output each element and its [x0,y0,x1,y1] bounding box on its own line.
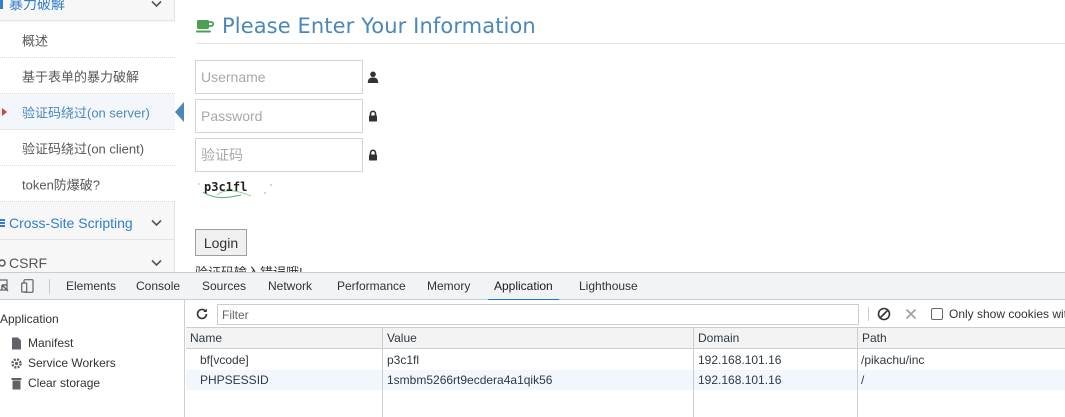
column-header-path[interactable]: Path [858,328,1065,348]
column-header-name[interactable]: Name [186,328,382,348]
document-icon [12,337,21,349]
cookie-value: 1smbm5266rt9ecdera4a1qik56 [387,373,553,387]
trash-icon [11,377,22,389]
user-icon [367,71,379,83]
nav-group-brute-force[interactable]: 暴力破解 [0,0,175,21]
chevron-down-icon [151,259,162,267]
lock-icon [369,110,377,122]
clear-all-icon[interactable] [877,307,891,321]
captcha-code: p3c1fl [204,180,247,194]
web-page: 暴力破解 概述 基于表单的暴力破解 验证码绕过(on server) 验证码绕过… [0,0,1065,272]
filter-input[interactable] [218,305,858,324]
gear-icon [11,357,22,369]
username-field[interactable] [195,60,363,94]
form-title: Please Enter Your Information [222,14,536,38]
sidebar-item-label: 验证码绕过(on server) [22,105,150,120]
sidebar-item-captcha-client[interactable]: 验证码绕过(on client) [0,130,175,166]
sidebar-item-label: 基于表单的暴力破解 [22,69,140,84]
sidebar-item-label: Clear storage [28,376,101,390]
chevron-down-icon [151,0,162,7]
only-show-issues-checkbox[interactable] [931,308,943,320]
toolbar-divider [49,279,50,294]
tab-performance[interactable]: Performance [337,273,406,300]
captcha-input[interactable] [196,139,362,171]
nav-group-label: Cross-Site Scripting [9,214,133,231]
form-header: Please Enter Your Information [196,12,536,40]
toolbar-divider [868,307,869,321]
sidebar-item-overview[interactable]: 概述 [0,22,175,58]
sidebar-item-service-workers[interactable]: Service Workers [10,354,116,372]
cookie-name: PHPSESSID [200,373,269,387]
tab-application[interactable]: Application [488,273,559,301]
cookie-domain: 192.168.101.16 [698,353,782,367]
tab-lighthouse[interactable]: Lighthouse [579,273,638,300]
nav-bar-icon [0,0,3,9]
sidebar-item-form-brute-force[interactable]: 基于表单的暴力破解 [0,58,175,94]
column-divider[interactable] [857,328,858,417]
cookie-domain: 192.168.101.16 [698,373,782,387]
password-input[interactable] [196,100,362,132]
cookie-path: /pikachu/inc [861,353,925,367]
main-content: Please Enter Your Information Username 验… [176,0,1065,272]
error-message: 验证码输入错误哦! [195,262,303,272]
sidebar-item-label: 验证码绕过(on client) [22,141,145,156]
gear-icon [0,259,6,267]
sidebar-item-label: Service Workers [28,356,116,370]
column-divider[interactable] [693,328,694,417]
login-button[interactable]: Login [195,229,247,256]
tab-network[interactable]: Network [268,273,312,300]
cookie-name: bf[vcode] [200,353,249,367]
sidebar-item-label: 概述 [22,33,49,48]
nav-group-xss[interactable]: Cross-Site Scripting [0,206,175,240]
filter-field[interactable] [217,304,859,325]
cookie-table: Name Value Domain Path bf[vcode] p3c1fl … [186,328,1065,417]
divider [196,43,1065,44]
tab-elements[interactable]: Elements [66,273,116,300]
table-row[interactable]: PHPSESSID 1smbm5266rt9ecdera4a1qik56 192… [186,370,1065,390]
sidebar-item-label: token防爆破? [22,177,101,192]
sidebar-heading: Application [0,312,59,326]
captcha-field[interactable] [195,138,363,172]
nav-group-label: CSRF [9,255,48,271]
application-sidebar: Application Manifest Service Workers Cle… [0,300,185,417]
devtools-tabbar: Elements Console Sources Network Perform… [0,273,1065,301]
captcha-image[interactable]: p3c1fl [195,178,277,200]
column-header-domain[interactable]: Domain [694,328,857,348]
cookie-value: p3c1fl [387,353,420,367]
device-toolbar-icon[interactable] [21,279,35,293]
lock-icon [369,149,377,161]
only-show-issues-label: Only show cookies wit [949,307,1065,321]
tab-console[interactable]: Console [136,273,180,300]
nav-group-csrf[interactable]: CSRF [0,246,175,272]
column-divider[interactable] [382,328,383,417]
active-marker-icon [2,107,7,116]
cookie-toolbar: Only show cookies wit [186,300,1065,328]
chevron-down-icon [151,219,162,226]
sidebar-item-clear-storage[interactable]: Clear storage [10,374,100,392]
close-icon[interactable] [904,307,918,321]
list-icon [0,218,5,227]
nav-group-label: 暴力破解 [9,0,65,12]
sidebar-item-label: Manifest [28,336,74,350]
devtools-panel: Elements Console Sources Network Perform… [0,272,1065,417]
sidebar: 暴力破解 概述 基于表单的暴力破解 验证码绕过(on server) 验证码绕过… [0,0,184,272]
tab-memory[interactable]: Memory [427,273,470,300]
username-input[interactable] [196,61,362,93]
table-row[interactable]: bf[vcode] p3c1fl 192.168.101.16 /pikachu… [186,350,1065,370]
cookie-path: / [861,373,865,387]
sidebar-item-token[interactable]: token防爆破? [0,166,175,202]
inspect-element-icon[interactable] [0,279,10,293]
column-header-value[interactable]: Value [383,328,693,348]
coffee-icon [196,20,214,33]
sidebar-item-captcha-server[interactable]: 验证码绕过(on server) [0,94,184,130]
tab-sources[interactable]: Sources [202,273,246,300]
refresh-icon[interactable] [195,307,209,321]
password-field[interactable] [195,99,363,133]
table-header: Name Value Domain Path [186,328,1065,349]
sidebar-item-manifest[interactable]: Manifest [10,334,73,352]
